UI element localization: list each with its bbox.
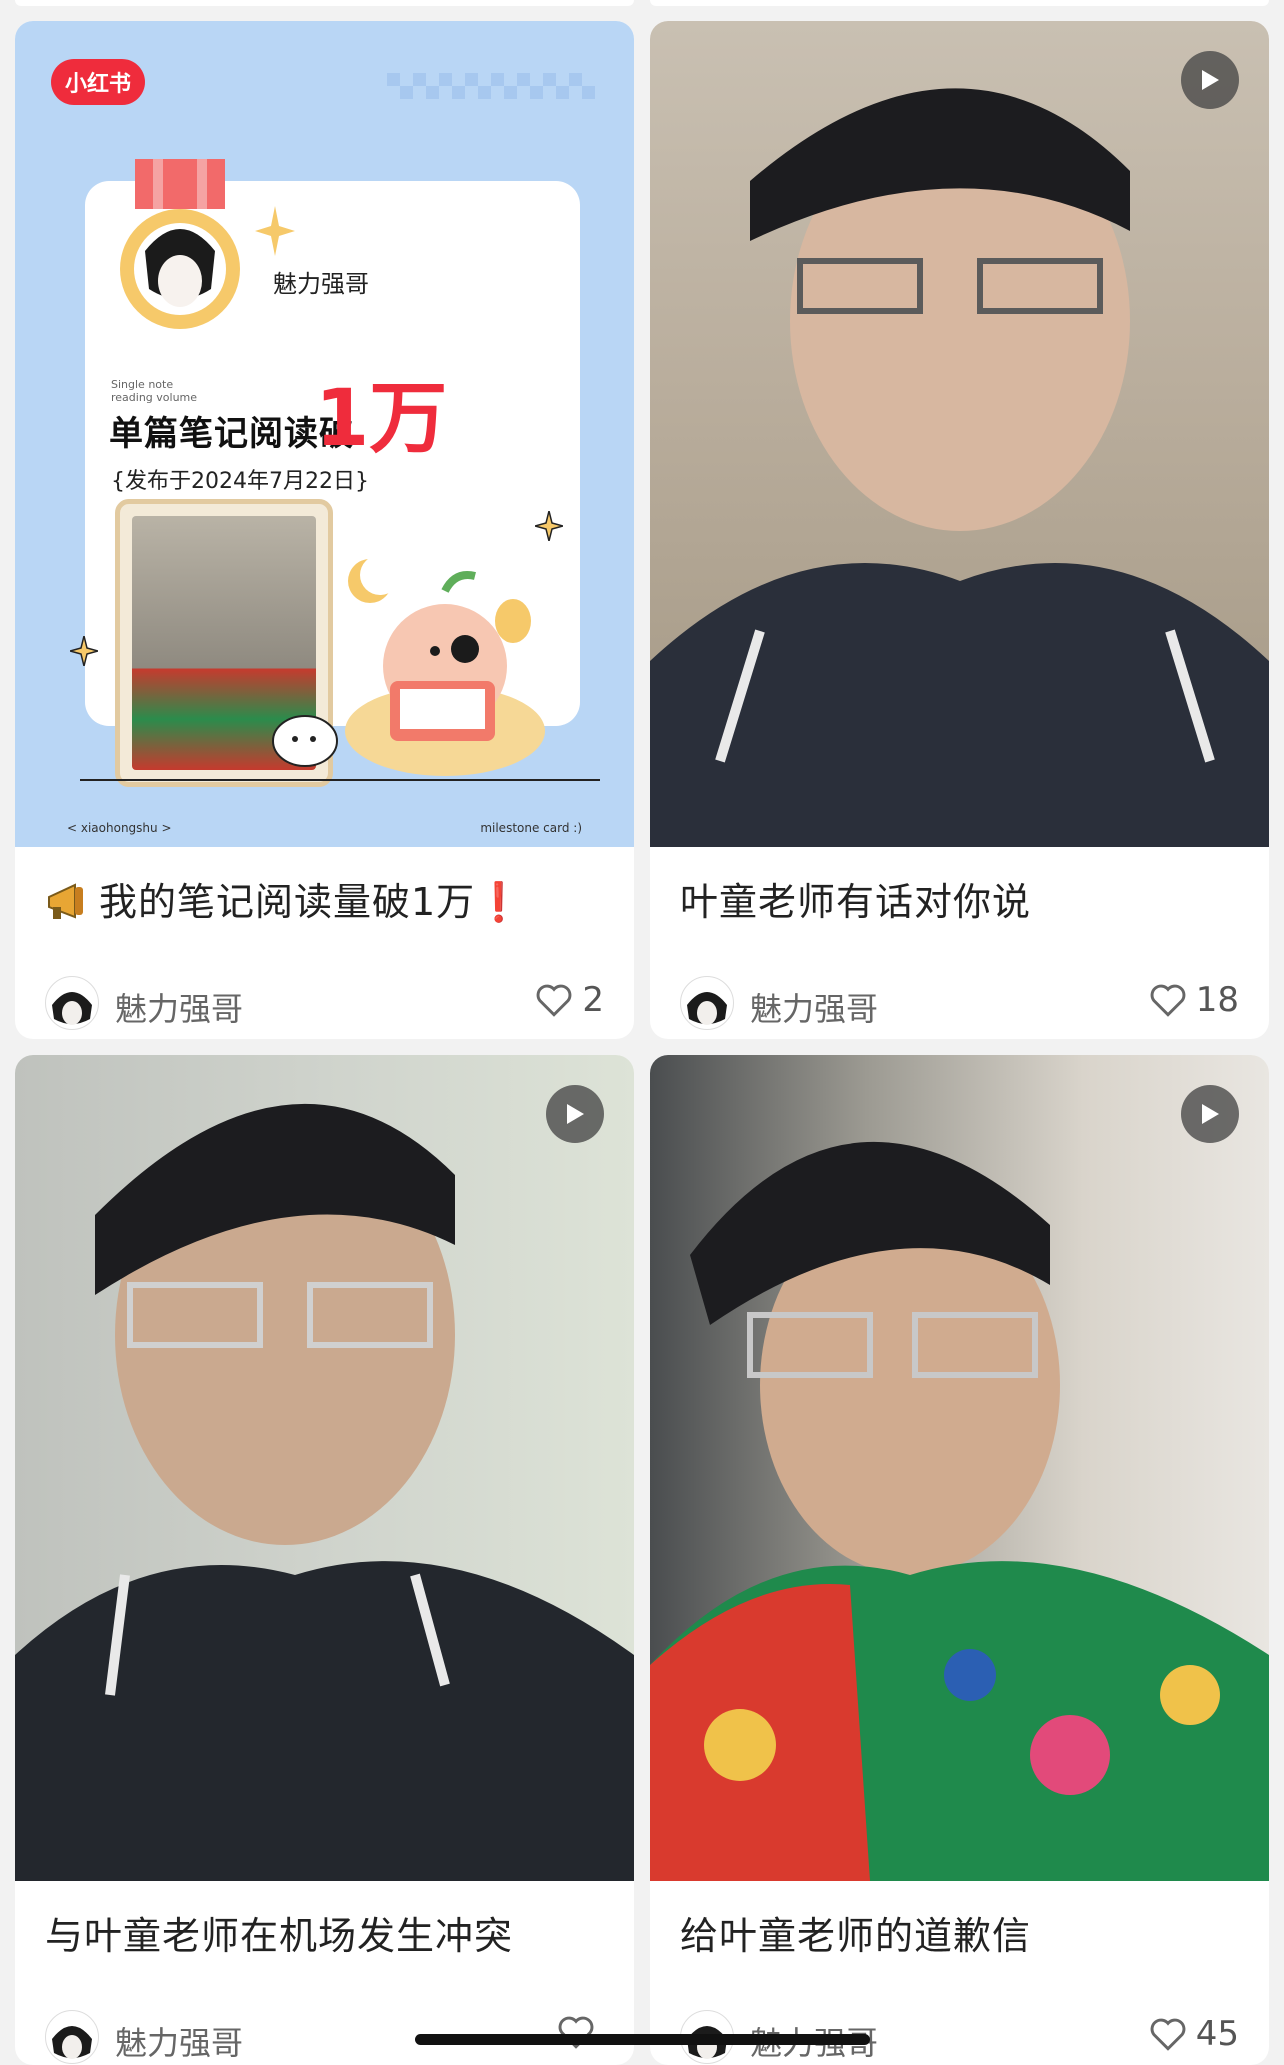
like-button[interactable]: 45 (1148, 2014, 1239, 2054)
video-thumbnail (650, 21, 1269, 847)
sparkle-icon (255, 206, 295, 256)
milestone-footer-right: milestone card :) (480, 821, 582, 835)
play-icon (546, 1085, 604, 1143)
avatar[interactable] (45, 2010, 99, 2064)
checker-decoration (387, 73, 595, 99)
video-thumbnail (15, 1055, 634, 1881)
avatar[interactable] (45, 976, 99, 1030)
dog-illustration (272, 715, 338, 767)
note-title[interactable]: 叶童老师有话对你说 (680, 871, 1249, 926)
avatar[interactable] (680, 976, 734, 1030)
mascot-illustration (345, 555, 545, 776)
play-icon (1181, 1085, 1239, 1143)
milestone-footer-left: < xiaohongshu > (67, 821, 172, 835)
like-button[interactable]: 2 (534, 980, 604, 1020)
note-card[interactable]: 叶童老师有话对你说 魅力强哥 18 (650, 21, 1269, 1039)
home-indicator[interactable] (415, 2034, 870, 2045)
note-title[interactable]: 与叶童老师在机场发生冲突 (45, 1905, 614, 1960)
exclamation-icon: ❗ (475, 880, 524, 924)
author-name[interactable]: 魅力强哥 (750, 984, 878, 1030)
medal-icon (120, 159, 240, 329)
person-photo (15, 1103, 634, 1881)
heart-icon (1150, 984, 1186, 1017)
heart-icon (1150, 2018, 1186, 2051)
megaphone-icon (48, 883, 83, 919)
milestone-small-caption: Single note reading volume (111, 378, 198, 404)
like-count: 2 (582, 980, 604, 1020)
like-button[interactable]: 18 (1148, 980, 1239, 1020)
milestone-author-name: 魅力强哥 (273, 270, 369, 298)
previous-card-bottom (15, 0, 634, 6)
play-icon (1181, 51, 1239, 109)
note-title[interactable]: 我的笔记阅读量破1万❗ (45, 871, 614, 926)
sparkle-icon (535, 511, 563, 541)
author-name[interactable]: 魅力强哥 (115, 984, 243, 1030)
xiaohongshu-logo: 小红书 (51, 59, 145, 105)
sparkle-icon (70, 636, 98, 666)
note-card[interactable]: 给叶童老师的道歉信 魅力强哥 45 (650, 1055, 1269, 2065)
note-meta: 魅力强哥 2 (45, 976, 604, 1032)
milestone-number: 1万 (315, 374, 448, 464)
milestone-date: {发布于2024年7月22日} (111, 469, 369, 494)
note-card[interactable]: 小红书 魅力强哥 Single note reading volume 单篇笔记… (15, 21, 634, 1039)
like-count: 45 (1195, 2014, 1239, 2054)
note-title[interactable]: 给叶童老师的道歉信 (680, 1905, 1249, 1960)
milestone-baseline (80, 779, 600, 781)
author-name[interactable]: 魅力强哥 (115, 2018, 243, 2064)
milestone-card-image: 小红书 魅力强哥 Single note reading volume 单篇笔记… (15, 21, 634, 847)
previous-card-bottom (650, 0, 1269, 6)
like-count: 18 (1195, 980, 1239, 1020)
person-photo (650, 1141, 1269, 1881)
person-photo (650, 88, 1269, 847)
heart-icon (536, 984, 572, 1017)
note-meta: 魅力强哥 18 (680, 976, 1239, 1032)
video-thumbnail (650, 1055, 1269, 1881)
note-card[interactable]: 与叶童老师在机场发生冲突 魅力强哥 (15, 1055, 634, 2065)
